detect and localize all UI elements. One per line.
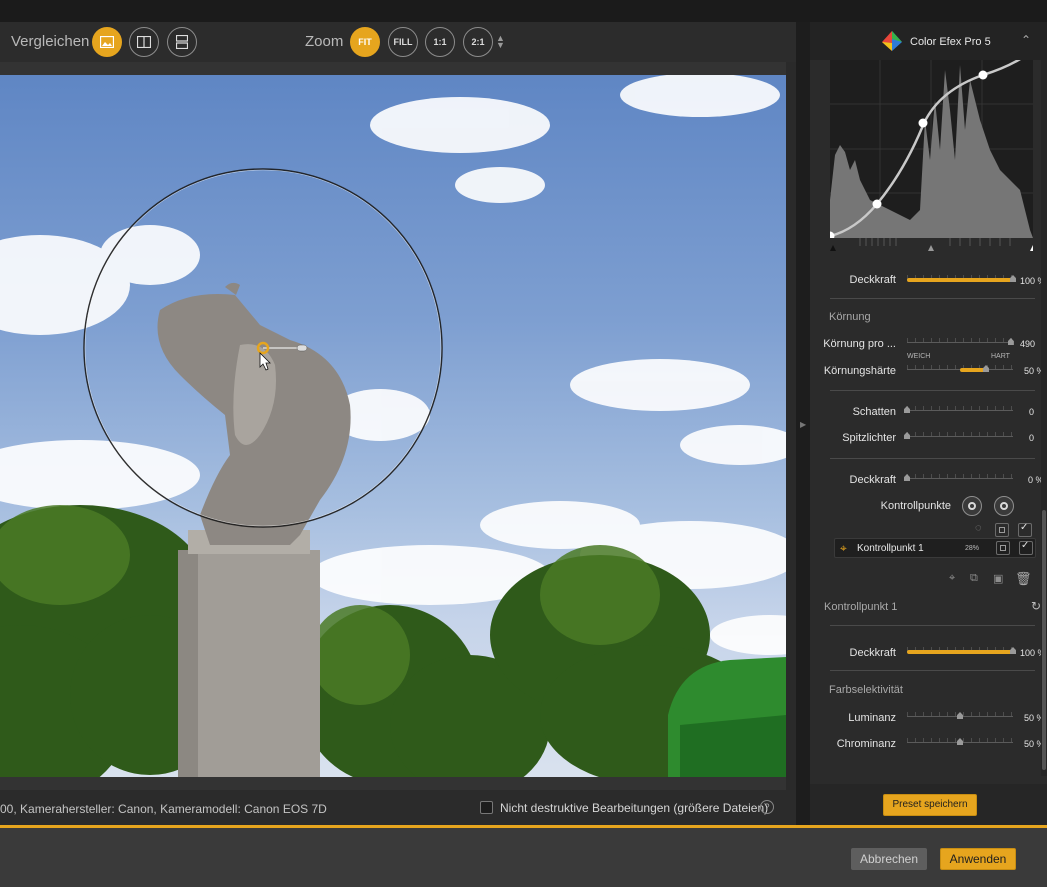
color-selectivity-title: Farbselektivität <box>829 684 903 696</box>
compare-split-view-button[interactable] <box>129 27 159 57</box>
chrominance-label: Chrominanz <box>836 738 896 750</box>
control-point-enabled-checkbox[interactable]: ✓ <box>1019 540 1033 555</box>
nondestructive-checkbox[interactable] <box>480 801 493 814</box>
filter-panel: Color Efex Pro 5 ⌃ Deckkraft 100 Körnung… <box>810 22 1047 826</box>
show-mask-icon[interactable]: ◌ <box>975 522 982 534</box>
exif-info: 00, Kamerahersteller: Canon, Kameramodel… <box>0 802 327 816</box>
control-points-label: Kontrollpunkte <box>880 500 951 512</box>
image-icon <box>100 36 114 48</box>
zoom-label: Zoom <box>305 33 344 50</box>
side-by-side-icon <box>176 35 188 49</box>
shadows-label: Schatten <box>852 406 896 418</box>
compare-single-view-button[interactable] <box>92 27 122 57</box>
control-point-icon: ⌖ <box>840 541 847 555</box>
separator <box>830 625 1035 626</box>
compare-side-by-side-button[interactable] <box>167 27 197 57</box>
highlights-label: Spitzlichter <box>842 432 896 444</box>
opacity-label: Deckkraft <box>849 474 896 486</box>
zoom-fit-button[interactable]: FIT <box>350 27 380 57</box>
grain-section-title: Körnung <box>829 311 871 323</box>
trash-icon[interactable]: 🗑 <box>1015 571 1032 587</box>
reset-control-point-icon[interactable]: ▣ <box>993 572 1003 585</box>
preview-area <box>0 62 796 790</box>
chrominance-slider[interactable] <box>907 738 1013 746</box>
save-preset-button[interactable]: Preset speichern <box>883 794 977 816</box>
cancel-button[interactable]: Abbrechen <box>851 848 927 870</box>
opacity-slider[interactable] <box>907 647 1016 655</box>
grain-hard-label: HART <box>991 353 1010 360</box>
apply-button[interactable]: Anwenden <box>940 848 1016 870</box>
opacity-slider[interactable] <box>907 275 1016 283</box>
mask-toggle[interactable] <box>995 523 1009 537</box>
status-bar: 00, Kamerahersteller: Canon, Kameramodel… <box>0 790 796 826</box>
grain-per-value: 490 <box>1020 339 1036 349</box>
title-bar <box>0 0 1047 22</box>
preview-image[interactable] <box>0 75 786 777</box>
zoom-1-1-button[interactable]: 1:1 <box>425 27 455 57</box>
control-point-percent: 28% <box>965 545 980 552</box>
visibility-toggle[interactable]: ✓ <box>1018 522 1032 537</box>
zoom-stepper-icon[interactable]: ▲ ▼ <box>496 34 505 50</box>
grain-per-slider[interactable] <box>907 338 1014 346</box>
tone-curve[interactable] <box>830 60 1033 238</box>
luminance-slider[interactable] <box>907 712 1013 720</box>
view-toolbar: Vergleichen Zoom FIT FILL 1:1 2:1 ▲ ▼ <box>0 22 796 62</box>
add-control-point-button[interactable] <box>962 496 982 516</box>
curve-level-markers[interactable] <box>830 238 1036 252</box>
split-view-icon <box>137 36 151 48</box>
opacity-label: Deckkraft <box>849 647 896 659</box>
grain-soft-label: WEICH <box>907 353 931 360</box>
zoom-2-1-button[interactable]: 2:1 <box>463 27 493 57</box>
compare-label: Vergleichen <box>11 33 90 50</box>
group-control-points-icon[interactable]: ⧉ <box>970 572 978 585</box>
dialog-footer: Abbrechen Anwenden <box>0 828 1047 887</box>
opacity-slider[interactable] <box>904 474 1013 482</box>
grain-per-label: Körnung pro ... <box>823 338 896 350</box>
grain-hardness-slider[interactable] <box>907 365 1013 373</box>
preset-bar: Preset speichern <box>810 784 1047 826</box>
remove-control-point-button[interactable] <box>994 496 1014 516</box>
separator <box>830 298 1035 299</box>
grain-hardness-label: Körnungshärte <box>823 365 896 377</box>
opacity-label: Deckkraft <box>849 274 896 286</box>
separator <box>830 458 1035 459</box>
control-point-item[interactable]: ⌖ Kontrollpunkt 1 28% ✓ <box>834 538 1036 558</box>
panel-scrollbar[interactable] <box>1041 60 1047 776</box>
reset-icon[interactable]: ↻ <box>1031 599 1041 613</box>
duplicate-control-point-icon[interactable]: ⌖ <box>949 572 955 585</box>
expand-arrow-icon[interactable]: ▶ <box>800 420 806 429</box>
separator <box>830 670 1035 671</box>
shadows-slider[interactable] <box>904 406 1013 414</box>
help-icon[interactable]: ? <box>760 800 774 814</box>
preview-scrollbar[interactable] <box>786 62 796 790</box>
zoom-fill-button[interactable]: FILL <box>388 27 418 57</box>
app-title: Color Efex Pro 5 <box>910 36 991 48</box>
luminance-label: Luminanz <box>848 712 896 724</box>
control-point-section-title: Kontrollpunkt 1 <box>824 601 898 613</box>
control-point-mask-toggle[interactable] <box>996 541 1010 555</box>
highlights-slider[interactable] <box>904 432 1013 440</box>
highlights-value: 0 <box>1029 433 1035 443</box>
control-point-name: Kontrollpunkt 1 <box>857 543 924 554</box>
color-efex-logo-icon <box>882 31 902 51</box>
collapse-icon[interactable]: ⌃ <box>1021 33 1031 47</box>
separator <box>830 390 1035 391</box>
nondestructive-label: Nicht destruktive Bearbeitungen (größere… <box>500 801 769 815</box>
shadows-value: 0 <box>1029 407 1035 417</box>
panel-divider[interactable]: ▶ <box>796 22 810 826</box>
panel-header: Color Efex Pro 5 ⌃ <box>810 22 1047 60</box>
